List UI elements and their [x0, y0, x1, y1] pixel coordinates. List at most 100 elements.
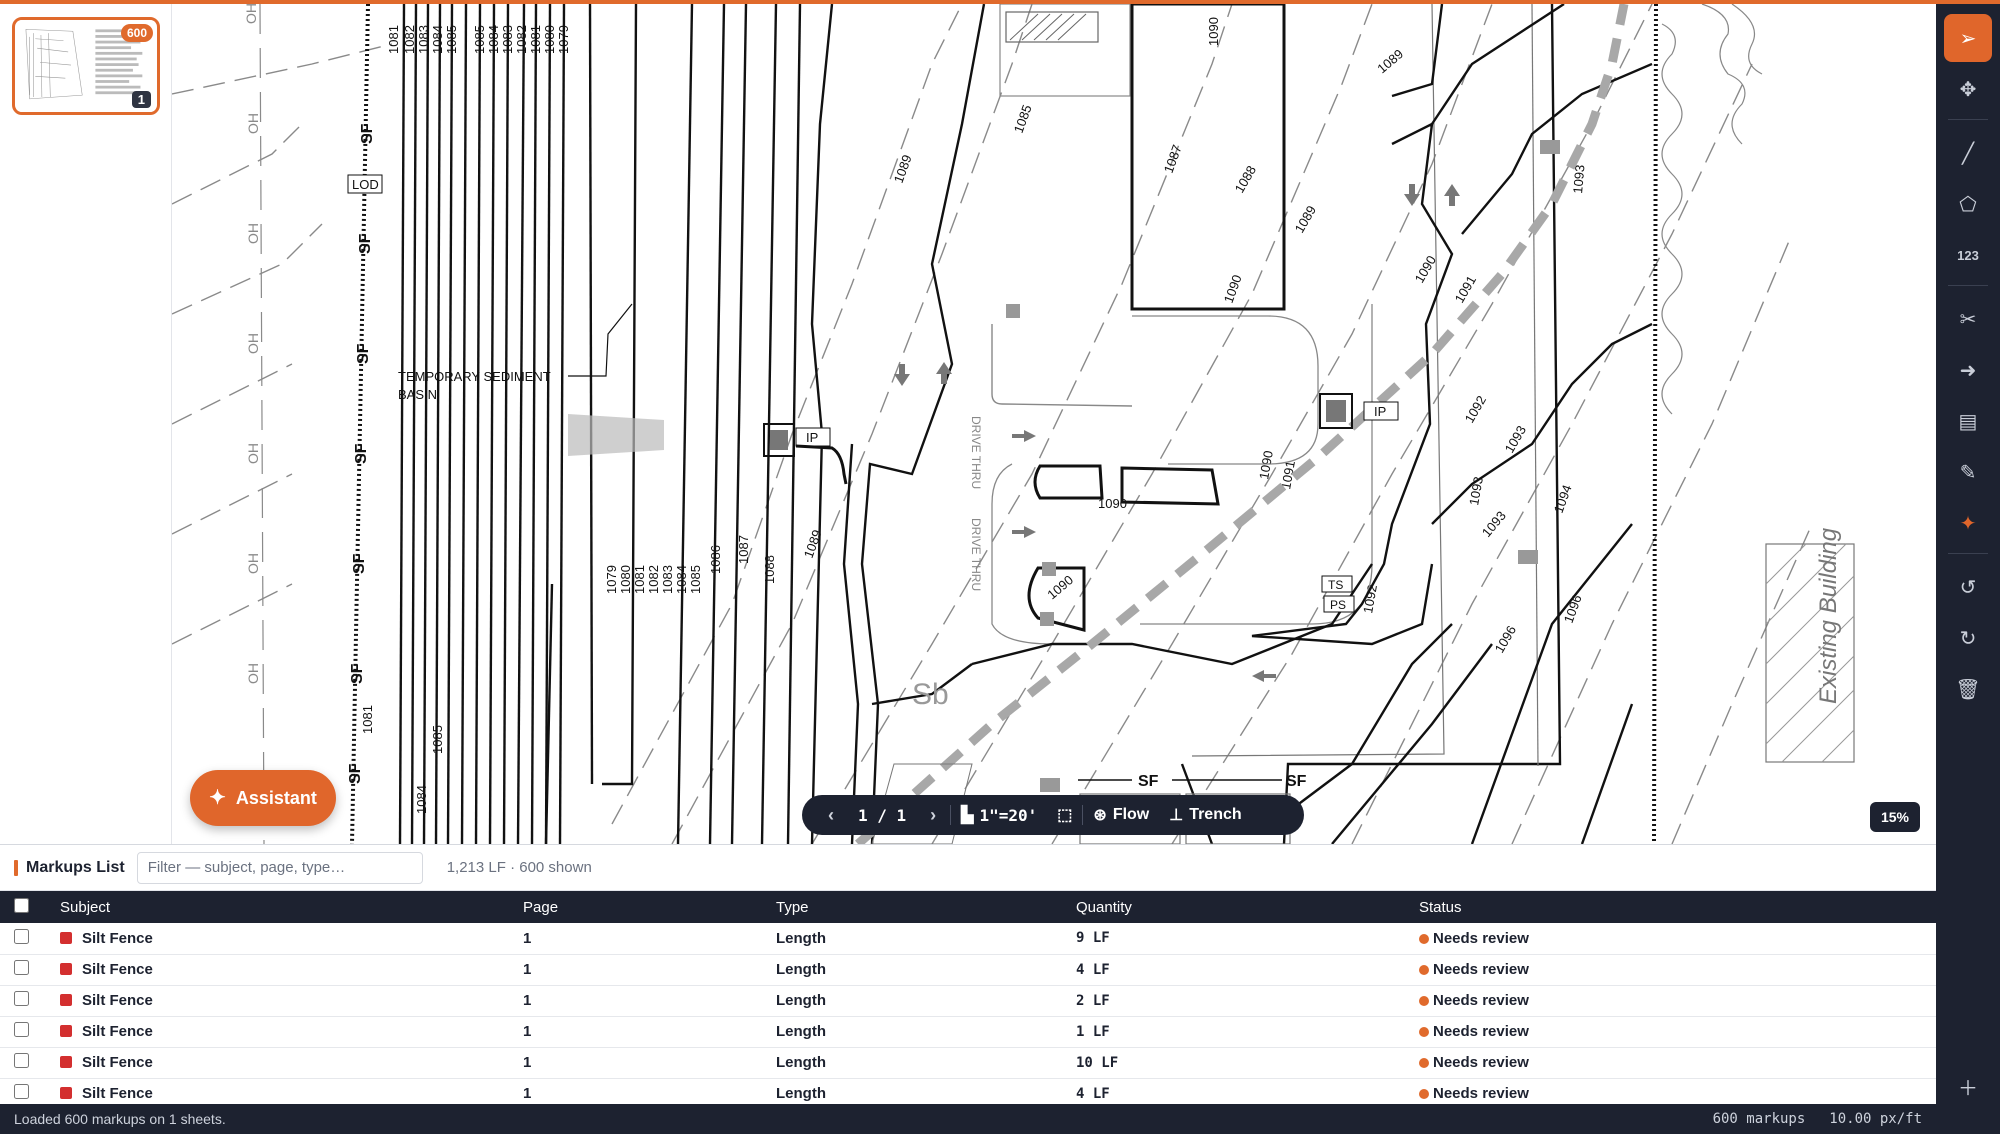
basin-label-1: TEMPORARY SEDIMENT [398, 369, 551, 384]
ts-label: TS [1328, 578, 1343, 592]
row-checkbox[interactable] [14, 928, 29, 944]
row-subject: Silt Fence [82, 1054, 153, 1071]
ai-tool-button[interactable]: ✦ [1944, 499, 1992, 547]
svg-text:SF: SF [353, 443, 370, 464]
select-tool-button[interactable]: ➢ [1944, 14, 1992, 62]
svg-text:1093: 1093 [1479, 508, 1509, 540]
svg-text:SF: SF [355, 343, 372, 364]
color-swatch [60, 1056, 72, 1068]
ps-label: PS [1330, 598, 1346, 612]
polygon-tool-button[interactable]: ⬠ [1944, 180, 1992, 228]
scale-selector[interactable]: ▙ 1"=20' [951, 795, 1047, 835]
svg-text:1089: 1089 [1374, 46, 1406, 76]
svg-text:1090: 1090 [1256, 449, 1276, 480]
column-header-type[interactable]: Type [776, 891, 1076, 923]
svg-text:1087: 1087 [736, 535, 751, 564]
undo-icon: ↺ [1959, 576, 1977, 599]
next-page-icon[interactable]: › [916, 805, 950, 826]
svg-text:1082: 1082 [402, 25, 417, 54]
status-dot [1419, 1089, 1429, 1099]
drive-thru-label-1: DRIVE THRU [969, 416, 983, 489]
count-tool-button[interactable]: 123 [1944, 231, 1992, 279]
row-subject: Silt Fence [82, 992, 153, 1009]
count-tool-label: 123 [1957, 247, 1979, 263]
undo-button[interactable]: ↺ [1944, 563, 1992, 611]
color-swatch [60, 1087, 72, 1099]
row-subject: Silt Fence [82, 1023, 153, 1040]
fit-page-button[interactable]: ⬚ [1047, 795, 1082, 835]
status-bar: Loaded 600 markups on 1 sheets. 600 mark… [0, 1104, 1936, 1134]
row-checkbox[interactable] [14, 1053, 29, 1068]
row-page: 1 [523, 985, 776, 1017]
table-row[interactable]: Silt Fence 1 Length 2 LF Needs review [0, 985, 1936, 1017]
pan-tool-button[interactable]: ✥ [1944, 65, 1992, 113]
row-type: Length [776, 1047, 1076, 1079]
pentagon-icon: ⬠ [1959, 193, 1977, 216]
svg-text:1079: 1079 [556, 25, 571, 54]
svg-text:1092: 1092 [1462, 393, 1489, 426]
row-checkbox[interactable] [14, 1084, 29, 1099]
svg-text:1084: 1084 [414, 785, 429, 814]
site-plan-drawing: OH OH OH OH OH OH OH SF SF SF SF SF SF S… [172, 4, 1855, 844]
svg-text:1081: 1081 [528, 25, 543, 54]
row-page: 1 [523, 1047, 776, 1079]
svg-text:OH: OH [245, 223, 261, 244]
pencil-tool-button[interactable]: ✎ [1944, 448, 1992, 496]
row-page: 1 [523, 1016, 776, 1048]
column-header-page[interactable]: Page [523, 891, 776, 923]
svg-text:1086: 1086 [708, 545, 723, 574]
table-row[interactable]: Silt Fence 1 Length 4 LF Needs review [0, 954, 1936, 986]
trench-button[interactable]: ⊥ Trench [1159, 795, 1251, 835]
add-button[interactable]: ＋ [1944, 1062, 1992, 1110]
color-swatch [60, 931, 72, 944]
svg-text:1079: 1079 [604, 565, 619, 594]
drawing-canvas[interactable]: OH OH OH OH OH OH OH SF SF SF SF SF SF S… [172, 4, 1936, 844]
row-type: Length [776, 1016, 1076, 1048]
sheet-thumbnail[interactable]: 600 1 [12, 17, 160, 115]
assistant-button[interactable]: ✦ Assistant [190, 770, 336, 826]
soil-label: Sb [912, 678, 949, 711]
markups-filter-input[interactable] [136, 851, 423, 884]
row-checkbox[interactable] [14, 1022, 29, 1037]
svg-text:1088: 1088 [1232, 163, 1259, 196]
table-row[interactable]: Silt Fence 1 Length 10 LF Needs review [0, 1047, 1936, 1079]
svg-text:1091: 1091 [1452, 273, 1479, 306]
basin-label-2: BASIN [398, 387, 437, 402]
row-checkbox[interactable] [14, 991, 29, 1006]
existing-building-label: Existing Building [1815, 527, 1842, 704]
table-row[interactable]: Silt Fence 1 Length 1 LF Needs review [0, 1016, 1936, 1048]
row-quantity: 9 LF [1076, 923, 1419, 955]
column-header-subject[interactable]: Subject [60, 891, 523, 923]
svg-text:OH: OH [243, 4, 259, 24]
line-tool-button[interactable]: ╱ [1944, 129, 1992, 177]
svg-text:SF: SF [357, 233, 374, 254]
delete-button[interactable]: 🗑 [1944, 665, 1992, 713]
flow-label: Flow [1112, 806, 1150, 823]
svg-text:1084: 1084 [674, 565, 689, 594]
markups-panel-header: Markups List 1,213 LF · 600 shown [0, 845, 1936, 891]
sparkle-icon: ✦ [209, 787, 226, 809]
redo-button[interactable]: ↻ [1944, 614, 1992, 662]
flow-arrow-tool-button[interactable]: ➜ [1944, 346, 1992, 394]
table-row[interactable]: Silt Fence 1 Length 9 LF Needs review [0, 923, 1936, 955]
row-status: Needs review [1433, 992, 1529, 1009]
svg-text:1090: 1090 [1221, 273, 1245, 305]
svg-text:1085: 1085 [444, 25, 459, 54]
move-icon: ✥ [1959, 78, 1977, 101]
sparkle-icon: ✦ [1959, 512, 1977, 535]
row-checkbox[interactable] [14, 960, 29, 975]
flow-button[interactable]: ⊛ Flow [1083, 795, 1159, 835]
row-subject: Silt Fence [82, 929, 153, 947]
assistant-label: Assistant [235, 787, 317, 808]
cut-tool-button[interactable]: ✂ [1944, 295, 1992, 343]
column-header-status[interactable]: Status [1419, 891, 1936, 923]
row-quantity: 4 LF [1076, 954, 1419, 986]
svg-text:OH: OH [245, 113, 261, 134]
previous-page-icon[interactable]: ‹ [814, 805, 848, 826]
svg-text:1096: 1096 [1492, 623, 1519, 656]
zoom-level[interactable]: 15% [1870, 802, 1920, 832]
svg-text:1081: 1081 [632, 565, 647, 594]
select-all-checkbox[interactable] [14, 897, 29, 913]
comment-tool-button[interactable]: ▤ [1944, 397, 1992, 445]
column-header-quantity[interactable]: Quantity [1076, 891, 1419, 923]
